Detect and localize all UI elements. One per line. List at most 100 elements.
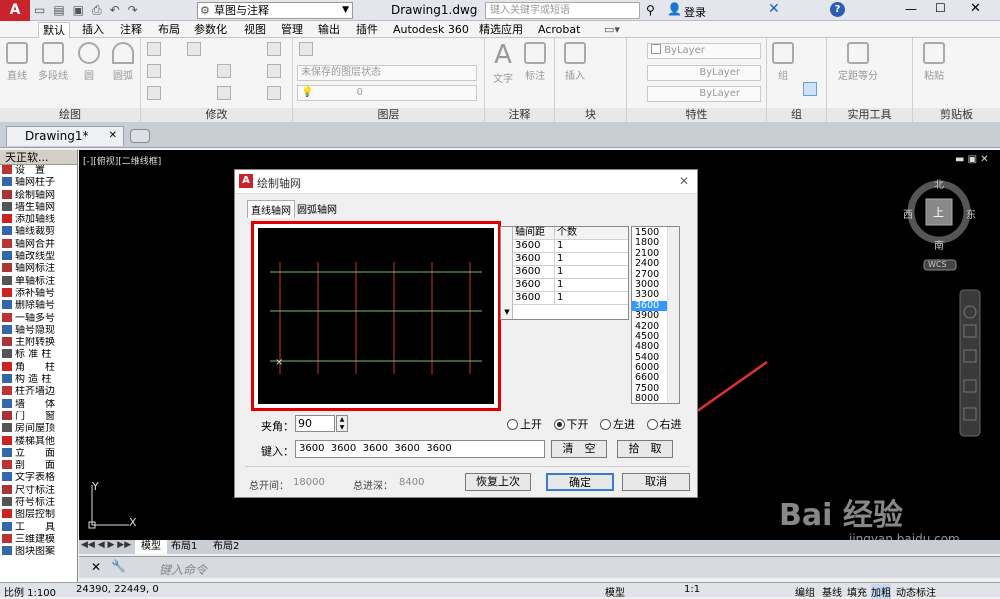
explode-icon[interactable] (267, 64, 281, 78)
minimize-button[interactable]: — (905, 2, 917, 16)
navigation-bar[interactable] (959, 289, 981, 437)
viewcube[interactable] (907, 180, 971, 271)
grid-row[interactable]: 3600 1 (501, 266, 628, 279)
paste-tool[interactable]: 粘贴 (921, 42, 947, 82)
grid-cell-count[interactable]: 1 (555, 279, 628, 292)
layout-tab-model[interactable]: 模型 (135, 540, 167, 554)
grid-cell-spacing[interactable]: 3600 (513, 292, 555, 305)
ribbon-tab-output[interactable]: 输出 (314, 22, 344, 38)
close-command-icon[interactable]: ✕ (91, 560, 101, 574)
sidebar-item[interactable]: 一轴多号 (0, 312, 77, 325)
grid-row[interactable]: 3600 1 (501, 253, 628, 266)
panel-title-annotation[interactable]: 注释 (485, 108, 554, 122)
search-input[interactable]: 键入关键字或短语 (485, 2, 640, 19)
viewcube-north[interactable]: 北 (934, 176, 944, 191)
panel-title-layers[interactable]: 图层 (293, 108, 484, 122)
sidebar-item[interactable]: 绘制轴网 (0, 189, 77, 202)
grid-cell-count[interactable]: 1 (555, 240, 628, 253)
radio-bottom[interactable]: 下开 (553, 418, 589, 431)
ribbon-toggle-icon[interactable]: ▭▾ (600, 22, 624, 38)
group-select-icon[interactable] (803, 82, 817, 96)
panel-title-properties[interactable]: 特性 (627, 108, 766, 122)
close-tab-icon[interactable]: ✕ (109, 127, 117, 145)
layout-tab-2[interactable]: 布局2 (213, 540, 239, 554)
maximize-button[interactable]: ☐ (935, 1, 946, 15)
sidebar-item[interactable]: 墙 体 (0, 398, 77, 411)
grid-dropdown-icon[interactable]: ▼ (501, 306, 513, 318)
grid-cell-spacing[interactable]: 3600 (513, 253, 555, 266)
spacing-input[interactable]: 3600 3600 3600 3600 3600 (295, 440, 545, 458)
angle-input[interactable]: 90 (295, 415, 335, 432)
grid-cell-spacing[interactable]: 3600 (513, 240, 555, 253)
login-link[interactable]: 登录 (684, 4, 706, 20)
radio-left[interactable]: 左进 (600, 418, 635, 431)
document-tab[interactable]: Drawing1* ✕ (6, 126, 124, 146)
sidebar-item[interactable]: 轴改线型 (0, 251, 77, 263)
clear-button[interactable]: 清 空 (551, 440, 607, 458)
ribbon-tab-insert[interactable]: 插入 (78, 22, 108, 38)
viewcube-top[interactable]: 上 (933, 204, 944, 220)
sidebar-item[interactable]: 剖 面 (0, 460, 77, 472)
sidebar-item[interactable]: 删除轴号 (0, 300, 77, 312)
help-icon[interactable]: ? (830, 2, 845, 17)
ribbon-tab-autodesk360[interactable]: Autodesk 360 (389, 22, 473, 38)
viewcube-wcs[interactable]: WCS (928, 260, 947, 269)
mirror-icon[interactable] (217, 64, 231, 78)
sidebar-item[interactable]: 柱齐墙边 (0, 386, 77, 398)
copy-icon[interactable] (147, 86, 161, 100)
grid-row[interactable]: 3600 1 (501, 240, 628, 253)
ribbon-tab-view[interactable]: 视图 (240, 22, 270, 38)
circle-tool[interactable]: 圆 (78, 42, 100, 82)
erase-icon[interactable] (267, 42, 281, 56)
polyline-tool[interactable]: 多段线 (34, 42, 72, 82)
trim-icon[interactable] (187, 42, 201, 56)
grid-cell-spacing[interactable]: 3600 (513, 279, 555, 292)
color-dropdown[interactable]: ByLayer (647, 43, 761, 59)
sidebar-item[interactable]: 轴线裁剪 (0, 226, 77, 238)
offset-icon[interactable] (267, 86, 281, 100)
grid-row[interactable]: 3600 1 (501, 292, 628, 305)
sidebar-item[interactable]: 门 窗 (0, 410, 77, 423)
ok-button[interactable]: 确定 (546, 473, 614, 491)
viewcube-west[interactable]: 西 (903, 206, 913, 221)
ribbon-tab-parametric[interactable]: 参数化 (190, 22, 231, 38)
insert-block-tool[interactable]: 插入 (561, 42, 589, 82)
ribbon-tab-plugins[interactable]: 插件 (352, 22, 382, 38)
text-tool[interactable]: A 文字 (489, 40, 517, 85)
sidebar-item[interactable]: 楼梯其他 (0, 435, 77, 448)
grid-cell-count[interactable]: 1 (555, 292, 628, 305)
arc-tool[interactable]: 圆弧 (110, 42, 136, 82)
workspace-dropdown[interactable]: ⚙ 草图与注释 ▼ (197, 2, 353, 19)
ribbon-tab-layout[interactable]: 布局 (154, 22, 184, 38)
spacing-grid[interactable]: 轴间距 个数 3600 1 3600 1 3600 1 3600 1 3600 1 ▼ (500, 226, 629, 320)
panel-title-modify[interactable]: 修改 (141, 108, 292, 122)
sidebar-item[interactable]: 房间屋顶 (0, 423, 77, 435)
measure-tool[interactable]: 定距等分 (833, 42, 883, 82)
grid-cell-spacing[interactable]: 3600 (513, 266, 555, 279)
sidebar-item[interactable]: 图块图案 (0, 546, 77, 558)
move-icon[interactable] (147, 42, 161, 56)
sidebar-item[interactable]: 工 具 (0, 521, 77, 534)
layer-properties-icon[interactable] (299, 42, 313, 56)
sidebar-item[interactable]: 文字表格 (0, 472, 77, 484)
sidebar-item[interactable]: 设 置 (0, 165, 77, 177)
sidebar-item[interactable]: 立 面 (0, 447, 77, 460)
viewport-minimize-icon[interactable]: ▬ ▣ ✕ (955, 154, 989, 165)
layer-dropdown[interactable]: 💡 0 (297, 85, 477, 101)
ribbon-tab-acrobat[interactable]: Acrobat (534, 22, 584, 38)
sidebar-item[interactable]: 单轴标注 (0, 275, 77, 288)
wrench-icon[interactable]: 🔧 (111, 559, 126, 573)
tab-arc-grid[interactable]: 圆弧轴网 (297, 201, 337, 216)
radio-right[interactable]: 右进 (646, 418, 682, 431)
sidebar-item[interactable]: 添加轴线 (0, 214, 77, 226)
grid-cell-count[interactable]: 1 (555, 266, 628, 279)
exchange-icon[interactable]: ✕ (768, 1, 780, 17)
sidebar-item[interactable]: 轴号隐现 (0, 324, 77, 337)
user-icon[interactable]: 👤 (667, 2, 682, 16)
tab-straight-grid[interactable]: 直线轴网 (247, 200, 295, 218)
radio-top[interactable]: 上开 (507, 418, 542, 431)
cancel-button[interactable]: 取消 (622, 473, 690, 491)
sidebar-item[interactable]: 角 柱 (0, 361, 77, 374)
ribbon-tab-manage[interactable]: 管理 (277, 22, 307, 38)
app-logo[interactable]: A (0, 0, 30, 21)
